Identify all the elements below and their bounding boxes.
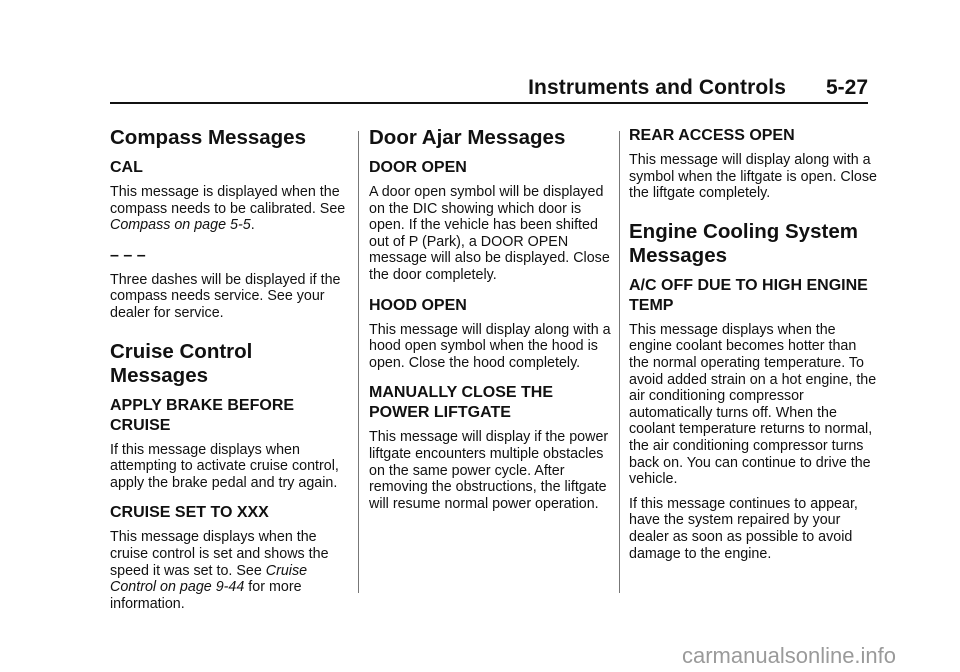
watermark: carmanualsonline.info xyxy=(682,643,897,668)
cross-reference: Cruise Control on page 9-44 xyxy=(110,562,308,596)
cross-reference: Compass on page 5-5 xyxy=(110,217,251,234)
message-heading: REAR ACCESS OPEN xyxy=(629,127,795,144)
message-heading: CAL xyxy=(110,159,143,176)
body-paragraph: A door open symbol will be displayed on … xyxy=(369,184,610,283)
column-1: Compass Messages CAL This message is displ… xyxy=(110,126,356,620)
section-heading: Cruise Control Messages xyxy=(110,339,253,387)
section-title: Instruments and Controls xyxy=(528,76,786,99)
column-2: Door Ajar Messages DOOR OPEN A door open s… xyxy=(369,126,617,520)
body-paragraph: This message is displayed when the compa… xyxy=(110,184,346,234)
page-number: 5-27 xyxy=(825,76,868,99)
body-paragraph: If this message continues to appear, hav… xyxy=(629,495,858,562)
message-heading: – – – xyxy=(110,246,146,264)
message-heading: DOOR OPEN xyxy=(369,159,467,176)
column-divider xyxy=(358,131,359,593)
section-heading: Engine Cooling System Messages xyxy=(629,219,858,267)
message-heading: HOOD OPEN xyxy=(369,296,467,314)
section-heading: Door Ajar Messages xyxy=(369,126,566,149)
body-paragraph: This message will display along with a s… xyxy=(629,152,877,202)
column-divider xyxy=(619,131,620,593)
column-3: REAR ACCESS OPEN This message will displa… xyxy=(629,126,877,570)
page-header: Instruments and Controls 5-27 xyxy=(110,76,868,104)
body-paragraph: This message displays when the engine co… xyxy=(629,321,877,488)
section-heading: Compass Messages xyxy=(110,126,306,149)
message-heading: A/C OFF DUE TO HIGH ENGINE TEMP xyxy=(629,276,868,314)
message-heading: APPLY BRAKE BEFORE CRUISE xyxy=(110,396,295,434)
body-paragraph: This message will display if the power l… xyxy=(369,429,609,512)
body-paragraph: This message displays when the cruise co… xyxy=(110,529,329,612)
body-paragraph: Three dashes will be displayed if the co… xyxy=(110,271,341,321)
message-heading: MANUALLY CLOSE THE POWER LIFTGATE xyxy=(369,384,554,422)
body-paragraph: If this message displays when attempting… xyxy=(110,441,339,491)
body-paragraph: This message will display along with a h… xyxy=(369,321,611,371)
message-heading: CRUISE SET TO XXX xyxy=(110,504,269,522)
